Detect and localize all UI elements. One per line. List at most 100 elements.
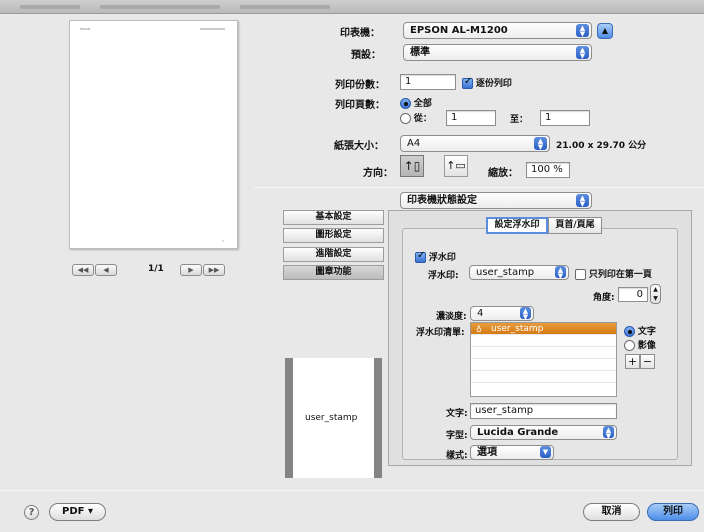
side-tab-advanced[interactable]: 進階設定	[283, 247, 384, 262]
print-button[interactable]: 列印	[647, 503, 699, 521]
first-page-label: 只列印在第一頁	[588, 270, 652, 280]
printer-label: 印表機：	[340, 28, 380, 39]
preview-page-number: 1	[222, 239, 224, 243]
help-button[interactable]: ?	[24, 505, 39, 520]
popup-arrows-icon: ▲ ▼	[603, 426, 614, 440]
printer-value: EPSON AL-M1200	[410, 25, 508, 36]
pages-all-label: 全部	[413, 99, 432, 109]
side-tab-graphics[interactable]: 圖形設定	[283, 228, 384, 243]
disclosure-collapse-button[interactable]: ▲	[597, 23, 613, 39]
pages-label: 列印頁數：	[335, 100, 385, 111]
page-indicator: 1/1	[148, 264, 164, 274]
watermark-enable-group: 浮水印	[415, 250, 456, 263]
list-row-empty	[471, 371, 616, 383]
list-item[interactable]: ♁ user_stamp	[471, 323, 616, 335]
image-radio-option: 影像	[624, 338, 656, 351]
style-popup[interactable]: 選項 ▼	[470, 445, 554, 460]
angle-stepper[interactable]: ▲ ▼	[650, 284, 661, 304]
paper-size-popup[interactable]: A4 ▲ ▼	[400, 135, 550, 152]
side-tab-basic[interactable]: 基本設定	[283, 210, 384, 225]
image-radio-label: 影像	[637, 341, 656, 351]
collate-label: 逐份列印	[475, 79, 512, 89]
watermark-list-label: 浮水印清單:	[416, 328, 465, 338]
pages-from-field[interactable]: 1	[446, 110, 496, 126]
watermark-enable-checkbox[interactable]	[415, 250, 426, 263]
preview-header-line	[200, 28, 225, 30]
collate-checkbox-group: 逐份列印	[462, 76, 512, 89]
titlebar-blur	[100, 5, 220, 9]
pages-from-radio[interactable]	[400, 113, 411, 124]
pages-all-radio[interactable]	[400, 98, 411, 109]
section-popup-value: 印表機狀態設定	[407, 195, 477, 206]
side-tab-stamp[interactable]: 圖章功能	[283, 265, 384, 280]
portrait-orientation-icon[interactable]: ↑▯	[400, 155, 424, 177]
window-titlebar	[0, 0, 704, 14]
list-row-empty	[471, 335, 616, 347]
watermark-text-field[interactable]: user_stamp	[470, 403, 617, 419]
pages-to-label: 至：	[510, 115, 529, 125]
density-popup[interactable]: 4 ▲ ▼	[470, 306, 534, 321]
watermark-enable-label: 浮水印	[428, 253, 456, 263]
text-radio-option: 文字	[624, 324, 656, 337]
pages-all-option: 全部	[400, 96, 432, 109]
add-button[interactable]: +	[625, 354, 640, 369]
tab-header-footer[interactable]: 頁首/頁尾	[548, 217, 602, 234]
preset-value: 標準	[410, 47, 430, 58]
stamp-preview-text: user_stamp	[305, 413, 358, 423]
chevron-down-icon: ▼	[540, 446, 551, 458]
popup-arrows-icon: ▲ ▼	[534, 137, 547, 151]
preset-label: 預設：	[351, 50, 381, 61]
prev-page-icon[interactable]: ◀	[95, 264, 117, 276]
list-row-empty	[471, 347, 616, 359]
style-label: 樣式:	[446, 451, 468, 461]
scale-field[interactable]: 100 %	[526, 162, 570, 178]
text-radio-label: 文字	[637, 327, 656, 337]
font-label: 字型:	[446, 431, 468, 441]
text-radio[interactable]	[624, 326, 635, 337]
watermark-select-label: 浮水印:	[428, 271, 459, 281]
preset-popup[interactable]: 標準 ▲ ▼	[403, 44, 592, 61]
angle-label: 角度:	[593, 293, 615, 303]
tab-watermark[interactable]: 設定浮水印	[486, 217, 548, 234]
titlebar-blur	[20, 5, 80, 9]
last-page-icon[interactable]: ▶▶	[203, 264, 225, 276]
angle-field[interactable]: 0	[618, 287, 648, 302]
list-row-empty	[471, 359, 616, 371]
font-value: Lucida Grande	[477, 427, 559, 438]
watermark-list[interactable]: ♁ user_stamp	[470, 322, 617, 397]
preview-pager: ◀◀ ◀ 1/1 ▶ ▶▶	[72, 264, 242, 278]
popup-arrows-icon: ▲ ▼	[576, 46, 589, 60]
font-popup[interactable]: Lucida Grande ▲ ▼	[470, 425, 617, 440]
density-value: 4	[477, 308, 484, 319]
divider	[254, 187, 704, 188]
popup-arrows-icon: ▲ ▼	[576, 194, 589, 208]
landscape-orientation-icon[interactable]: ↑▭	[444, 155, 468, 177]
pages-to-field[interactable]: 1	[540, 110, 590, 126]
preview-header-text: EPSON	[80, 27, 91, 31]
orientation-label: 方向：	[363, 168, 393, 179]
watermark-select-value: user_stamp	[476, 267, 535, 278]
popup-arrows-icon: ▲ ▼	[555, 266, 566, 280]
watermark-select-popup[interactable]: user_stamp ▲ ▼	[469, 265, 569, 280]
printer-popup[interactable]: EPSON AL-M1200 ▲ ▼	[403, 22, 592, 39]
pages-from-option: 從：	[400, 111, 432, 124]
stamp-preview-paper: user_stamp	[293, 358, 374, 478]
pdf-button[interactable]: PDF ▾	[49, 503, 106, 521]
image-radio[interactable]	[624, 340, 635, 351]
cancel-button[interactable]: 取消	[583, 503, 640, 521]
density-label: 濃淡度:	[436, 312, 467, 322]
collate-checkbox[interactable]	[462, 76, 473, 89]
section-popup[interactable]: 印表機狀態設定 ▲ ▼	[400, 192, 592, 209]
popup-arrows-icon: ▲ ▼	[576, 24, 589, 38]
popup-arrows-icon: ▲ ▼	[520, 307, 531, 321]
first-page-checkbox[interactable]	[575, 269, 586, 280]
remove-button[interactable]: −	[640, 354, 655, 369]
list-item-label: user_stamp	[491, 324, 544, 334]
copies-field[interactable]: 1	[400, 74, 456, 90]
text-label: 文字:	[446, 409, 468, 419]
paper-dimensions: 21.00 x 29.70 公分	[556, 141, 647, 151]
bottom-divider	[0, 490, 704, 491]
next-page-icon[interactable]: ▶	[180, 264, 202, 276]
scale-label: 縮放：	[488, 168, 518, 179]
first-page-icon[interactable]: ◀◀	[72, 264, 94, 276]
